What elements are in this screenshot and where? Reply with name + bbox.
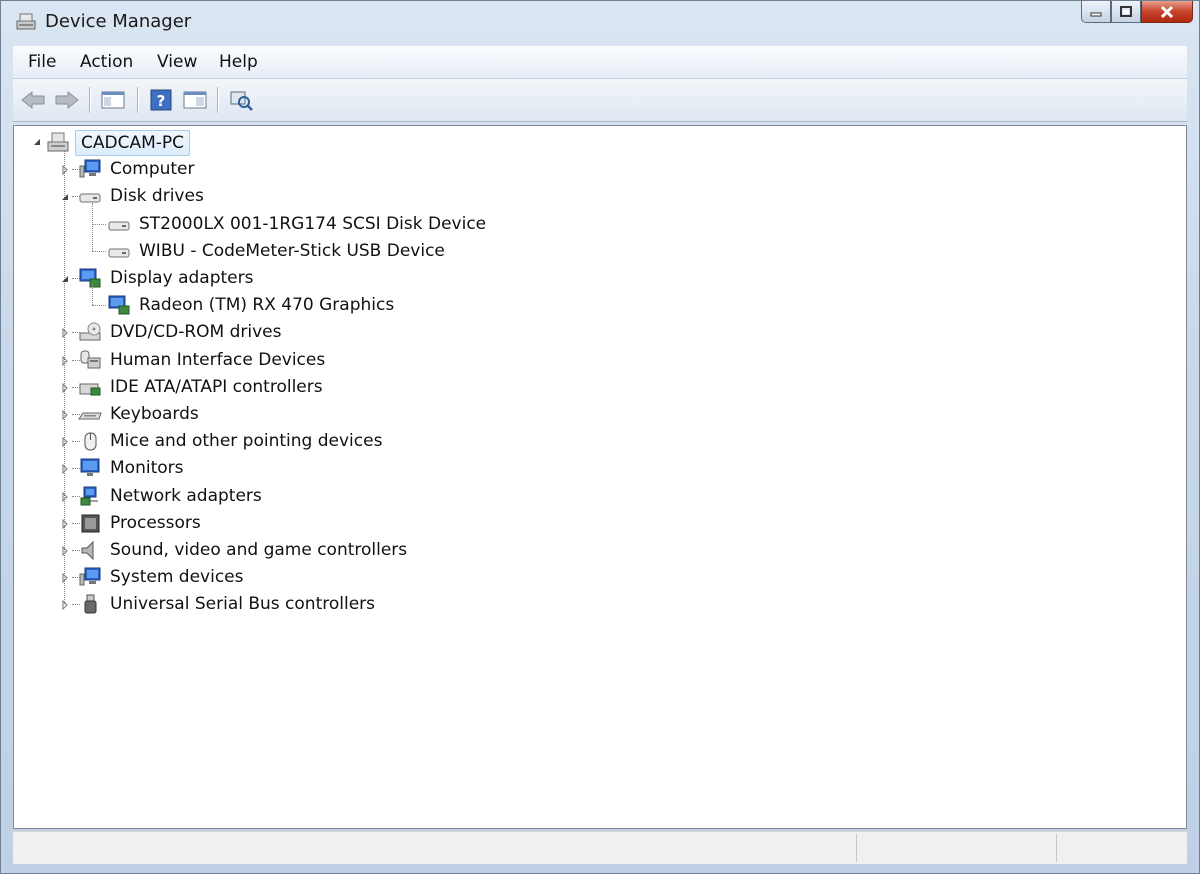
computer-icon — [79, 159, 101, 178]
minimize-icon — [1090, 12, 1102, 16]
category-label[interactable]: Processors — [110, 510, 201, 536]
monitor-icon — [80, 458, 100, 477]
disk-drive-device-icon — [108, 221, 130, 231]
processor-icon — [81, 514, 100, 533]
root-node-label[interactable]: CADCAM-PC — [75, 130, 191, 156]
tree-connector — [92, 284, 93, 306]
show-hide-console-tree-button[interactable] — [99, 87, 127, 113]
mouse-icon — [84, 432, 97, 451]
category-label[interactable]: Display adapters — [110, 265, 253, 291]
expand-arrow-icon[interactable] — [60, 464, 70, 475]
device-label[interactable]: Radeon (TM) RX 470 Graphics — [139, 292, 394, 318]
expand-arrow-icon[interactable] — [60, 410, 70, 420]
expand-arrow-icon[interactable] — [60, 491, 70, 502]
expand-arrow-icon[interactable] — [60, 328, 70, 339]
help-icon: ? — [150, 89, 172, 111]
ide-controller-icon — [79, 383, 101, 396]
keyboard-icon — [78, 412, 102, 420]
scan-hardware-changes-button[interactable] — [227, 87, 255, 113]
back-arrow-icon — [21, 90, 45, 110]
category-label[interactable]: System devices — [110, 564, 244, 590]
menu-action[interactable]: Action — [80, 52, 133, 72]
expand-arrow-icon[interactable] — [60, 165, 70, 176]
expand-arrow-icon[interactable] — [60, 355, 70, 366]
expand-arrow-icon[interactable] — [60, 437, 70, 448]
device-label[interactable]: ST2000LX 001-1RG174 SCSI Disk Device — [139, 211, 486, 237]
maximize-icon — [1120, 5, 1132, 17]
device-manager-window: Device Manager File Action View Help ? C… — [0, 0, 1200, 874]
menu-bar: File Action View Help — [13, 46, 1187, 79]
category-label[interactable]: Network adapters — [110, 483, 262, 509]
category-label[interactable]: Sound, video and game controllers — [110, 537, 407, 563]
menu-view[interactable]: View — [157, 52, 197, 72]
network-adapter-icon — [80, 486, 98, 506]
expand-arrow-icon[interactable] — [60, 546, 70, 556]
hid-icon — [80, 350, 101, 369]
category-label[interactable]: Disk drives — [110, 183, 204, 209]
disk-drive-icon — [79, 193, 101, 203]
toolbar: ? — [13, 79, 1187, 122]
toolbar-separator — [89, 87, 90, 113]
status-cell — [1056, 834, 1057, 862]
help-button[interactable]: ? — [147, 87, 175, 113]
category-label[interactable]: Mice and other pointing devices — [110, 428, 382, 454]
status-bar — [13, 831, 1187, 864]
maximize-button[interactable] — [1111, 1, 1141, 23]
menu-help[interactable]: Help — [219, 52, 258, 72]
category-label[interactable]: Universal Serial Bus controllers — [110, 591, 375, 617]
device-tree[interactable]: CADCAM-PC Computer Disk drives ST2000LX 001… — [13, 125, 1187, 829]
back-button[interactable] — [19, 87, 47, 113]
collapse-arrow-icon[interactable] — [60, 274, 70, 284]
root-expander-icon[interactable] — [32, 137, 42, 147]
device-label[interactable]: WIBU - CodeMeter-Stick USB Device — [139, 238, 445, 264]
forward-button[interactable] — [53, 87, 81, 113]
collapse-arrow-icon[interactable] — [60, 192, 70, 202]
computer-root-icon — [47, 132, 69, 152]
category-label[interactable]: Computer — [110, 156, 195, 182]
tree-connector — [92, 223, 106, 225]
tree-connector — [92, 305, 106, 307]
window-title: Device Manager — [45, 11, 192, 32]
category-label[interactable]: Human Interface Devices — [110, 347, 325, 373]
category-label[interactable]: Keyboards — [110, 401, 199, 427]
properties-button[interactable] — [181, 87, 209, 113]
tree-connector — [92, 250, 106, 252]
forward-arrow-icon — [55, 90, 79, 110]
display-adapter-device-icon — [108, 295, 130, 315]
tree-connector — [64, 150, 65, 605]
tree-connector — [92, 202, 93, 251]
device-manager-icon — [16, 13, 36, 30]
category-label[interactable]: DVD/CD-ROM drives — [110, 319, 281, 345]
disk-drive-device-icon — [108, 248, 130, 258]
category-label[interactable]: Monitors — [110, 455, 183, 481]
expand-arrow-icon[interactable] — [60, 382, 70, 393]
dvd-drive-icon — [79, 322, 101, 341]
close-icon — [1160, 5, 1174, 18]
system-devices-icon — [79, 567, 101, 586]
toolbar-separator — [217, 87, 218, 113]
speaker-icon — [81, 540, 94, 561]
category-label[interactable]: IDE ATA/ATAPI controllers — [110, 374, 323, 400]
usb-icon — [84, 594, 97, 614]
scan-hardware-icon — [230, 91, 253, 111]
caption-buttons — [1081, 1, 1193, 31]
expand-arrow-icon[interactable] — [60, 518, 70, 529]
toolbar-separator — [137, 87, 138, 113]
menu-file[interactable]: File — [28, 52, 56, 72]
properties-icon — [183, 91, 207, 109]
console-tree-icon — [101, 91, 125, 109]
title-bar[interactable]: Device Manager — [1, 1, 1199, 45]
minimize-button[interactable] — [1081, 1, 1111, 23]
expand-arrow-icon[interactable] — [60, 600, 70, 611]
status-cell — [856, 834, 857, 862]
expand-arrow-icon[interactable] — [60, 573, 70, 584]
display-adapter-icon — [79, 268, 101, 288]
svg-text:?: ? — [157, 92, 166, 110]
close-button[interactable] — [1141, 1, 1193, 23]
